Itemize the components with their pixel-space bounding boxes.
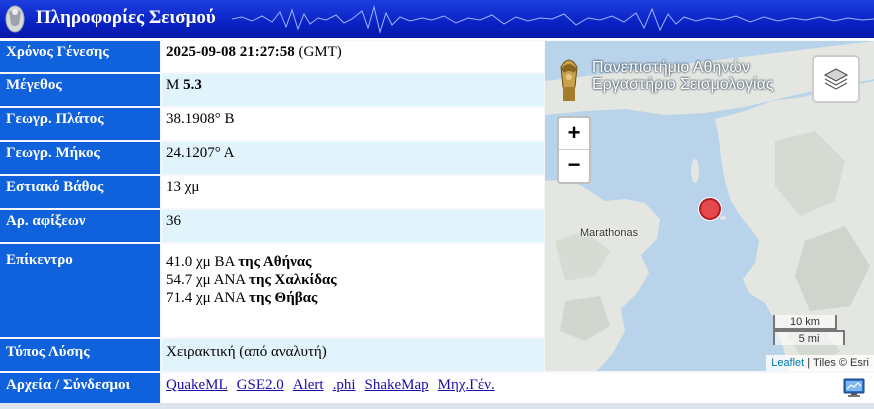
value-origin-time: 2025-09-08 21:27:58 (GMT)	[162, 41, 544, 72]
link-alert[interactable]: Alert	[293, 377, 324, 393]
scale-mi: 5 mi	[773, 330, 845, 345]
link-gse2[interactable]: GSE2.0	[237, 377, 284, 393]
row-latitude: Γεωγρ. Πλάτος 38.1908° Β	[0, 108, 544, 140]
epicenter-line: 54.7 χμ ΑΝΑ της Χαλκίδας	[166, 272, 337, 288]
value-epicenter: 41.0 χμ ΒΑ της Αθήνας 54.7 χμ ΑΝΑ της Χα…	[162, 244, 544, 337]
scale-km: 10 km	[773, 315, 837, 330]
seismogram-wave	[232, 5, 874, 34]
layers-button[interactable]	[812, 55, 860, 103]
link-quakeml[interactable]: QuakeML	[166, 377, 228, 393]
label-links: Αρχεία / Σύνδεσμοι	[0, 373, 160, 403]
label-origin-time: Χρόνος Γένεσης	[0, 41, 160, 72]
label-depth: Εστιακό Βάθος	[0, 176, 160, 208]
label-latitude: Γεωγρ. Πλάτος	[0, 108, 160, 140]
epicenter-line: 71.4 χμ ΑΝΑ της Θήβας	[166, 290, 318, 306]
zoom-in-button[interactable]: +	[559, 118, 589, 150]
map-attribution: Leaflet | Tiles © Esri	[766, 355, 874, 371]
link-shakemap[interactable]: ShakeMap	[365, 377, 429, 393]
value-magnitude: M 5.3	[162, 74, 544, 106]
label-magnitude: Μέγεθος	[0, 74, 160, 106]
value-longitude: 24.1207° Α	[162, 142, 544, 174]
label-epicenter: Επίκεντρο	[0, 244, 160, 337]
label-arrivals: Αρ. αφίξεων	[0, 210, 160, 242]
leaflet-link[interactable]: Leaflet	[771, 357, 804, 369]
epicenter-line: 41.0 χμ ΒΑ της Αθήνας	[166, 254, 312, 270]
row-depth: Εστιακό Βάθος 13 χμ	[0, 176, 544, 208]
value-solution-type: Χειρακτική (από αναλυτή)	[162, 339, 544, 371]
athena-logo-icon	[560, 59, 578, 101]
layers-icon	[823, 68, 849, 90]
row-epicenter: Επίκεντρο 41.0 χμ ΒΑ της Αθήνας 54.7 χμ …	[0, 244, 544, 337]
link-phi[interactable]: .phi	[333, 377, 356, 393]
seismograph-logo-icon	[5, 5, 25, 33]
epicenter-map[interactable]: Πανεπιστήμιο Αθηνών Εργαστήριο Σεισμολογ…	[545, 41, 874, 371]
kml-monitor-icon[interactable]	[843, 378, 865, 398]
zoom-out-button[interactable]: −	[559, 150, 589, 181]
row-magnitude: Μέγεθος M 5.3	[0, 74, 544, 106]
page-title: Πληροφορίες Σεισμού	[36, 7, 216, 28]
value-latitude: 38.1908° Β	[162, 108, 544, 140]
epicenter-marker[interactable]	[699, 198, 721, 220]
value-arrivals: 36	[162, 210, 544, 242]
map-town-label: Marathonas	[580, 227, 639, 239]
university-brand: Πανεπιστήμιο Αθηνών Εργαστήριο Σεισμολογ…	[592, 59, 774, 93]
row-links: Αρχεία / Σύνδεσμοι QuakeML GSE2.0 Alert .ph…	[0, 373, 874, 403]
footer-band	[0, 403, 874, 409]
row-origin-time: Χρόνος Γένεσης 2025-09-08 21:27:58 (GMT)	[0, 41, 544, 72]
link-focal-mechanism[interactable]: Μηχ.Γέν.	[438, 377, 495, 393]
label-solution-type: Τύπος Λύσης	[0, 339, 160, 371]
label-longitude: Γεωγρ. Μήκος	[0, 142, 160, 174]
value-links: QuakeML GSE2.0 Alert .phi ShakeMap Μηχ.Γέν.	[162, 373, 874, 403]
row-solution-type: Τύπος Λύσης Χειρακτική (από αναλυτή)	[0, 339, 544, 371]
row-arrivals: Αρ. αφίξεων 36	[0, 210, 544, 242]
value-depth: 13 χμ	[162, 176, 544, 208]
row-longitude: Γεωγρ. Μήκος 24.1207° Α	[0, 142, 544, 174]
zoom-control: + −	[557, 116, 591, 184]
page-header: Πληροφορίες Σεισμού	[0, 0, 874, 40]
